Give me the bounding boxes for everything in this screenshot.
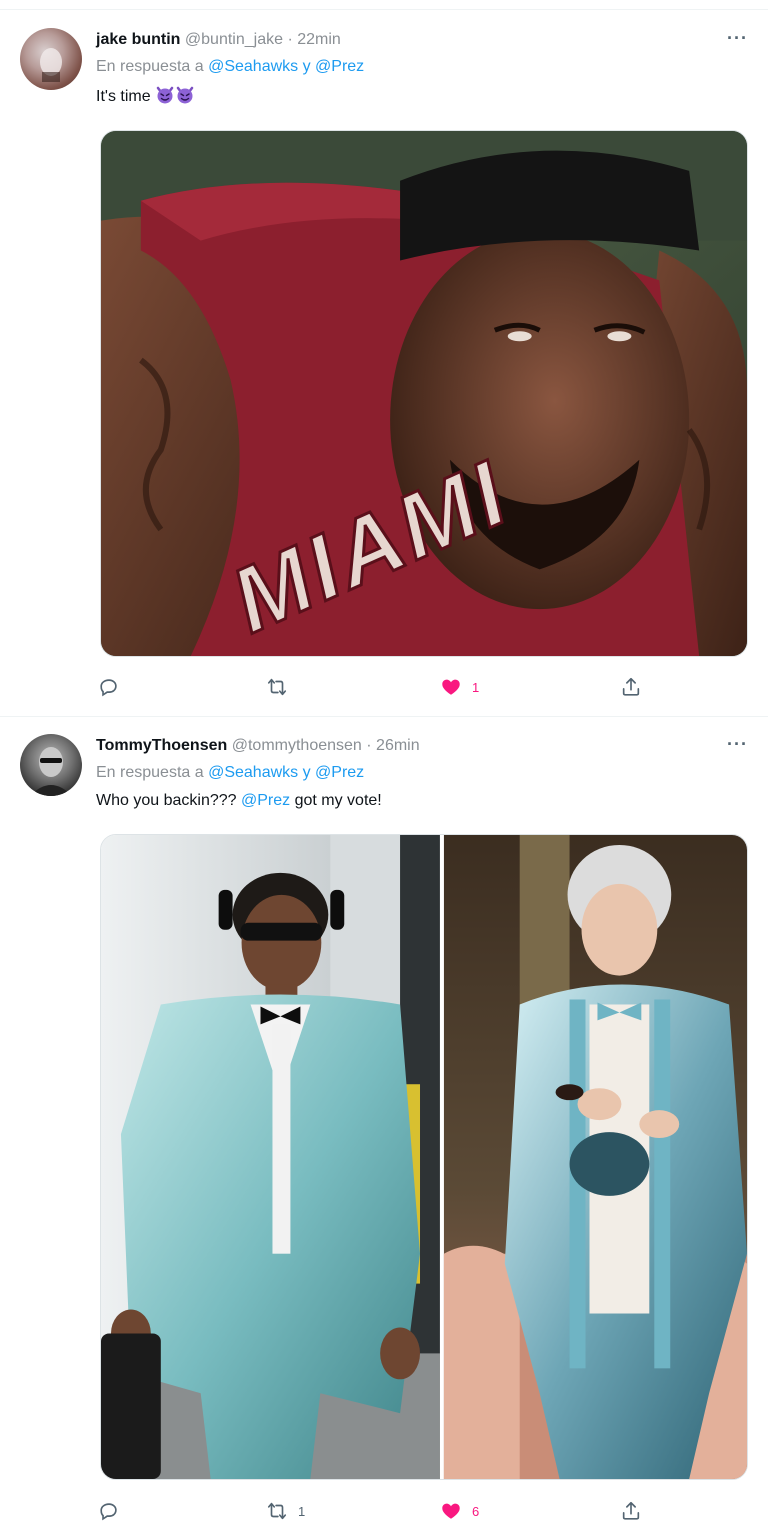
like-button[interactable]: 6	[440, 1499, 479, 1523]
tweet-actions: 1	[96, 675, 656, 699]
smiling-imp-emoji-icon	[176, 86, 194, 104]
reply-prefix: En respuesta a	[96, 58, 204, 75]
tweet-text: It's time	[96, 86, 195, 106]
handle[interactable]: @tommythoensen	[232, 737, 362, 754]
separator: ·	[366, 737, 372, 754]
heart-icon	[442, 1503, 460, 1519]
share-icon	[622, 1501, 640, 1520]
heart-icon	[442, 679, 460, 695]
reply-prefix: En respuesta a	[96, 764, 204, 781]
tweet-text-tail: got my vote!	[294, 792, 382, 809]
tweet-text: Who you backin??? @Prez got my vote!	[96, 792, 382, 810]
share-button[interactable]	[620, 1499, 642, 1523]
avatar-image	[40, 48, 62, 82]
reply-button[interactable]	[98, 675, 130, 699]
like-button[interactable]: 1	[440, 675, 479, 699]
tweet[interactable]: jake buntin @buntin_jake · 22min ··· En …	[0, 10, 768, 717]
retweet-button[interactable]	[266, 675, 298, 699]
reply-icon	[100, 679, 117, 697]
reply-mentions-link[interactable]: @Seahawks y @Prez	[208, 764, 364, 781]
top-divider	[0, 0, 768, 10]
display-name[interactable]: TommyThoensen	[96, 737, 227, 754]
separator: ·	[287, 31, 293, 48]
side-by-side-photo	[101, 835, 747, 1479]
more-options-icon[interactable]: ···	[727, 28, 748, 49]
handle[interactable]: @buntin_jake	[185, 31, 283, 48]
avatar[interactable]	[20, 28, 82, 90]
reply-icon	[100, 1503, 117, 1521]
reply-button[interactable]	[98, 1499, 130, 1523]
timestamp[interactable]: 26min	[376, 737, 420, 754]
tweet-header: jake buntin @buntin_jake · 22min	[96, 30, 708, 50]
mention-link[interactable]: @Prez	[241, 792, 290, 809]
like-count: 6	[472, 1503, 480, 1519]
tweet-photo[interactable]: MIAMI	[100, 130, 748, 657]
tweet-photo[interactable]	[100, 834, 748, 1480]
retweet-icon	[267, 678, 287, 696]
more-options-icon[interactable]: ···	[727, 734, 748, 755]
timeline: jake buntin @buntin_jake · 22min ··· En …	[0, 0, 768, 1538]
tweet-header: TommyThoensen @tommythoensen · 26min	[96, 736, 708, 756]
avatar[interactable]	[20, 734, 82, 796]
tweet[interactable]: TommyThoensen @tommythoensen · 26min ···…	[0, 718, 768, 1538]
retweet-icon	[267, 1502, 287, 1520]
tweet-text-body: Who you backin???	[96, 792, 237, 809]
reply-context: En respuesta a @Seahawks y @Prez	[96, 764, 364, 782]
tweet-actions: 1 6	[96, 1499, 656, 1523]
like-count: 1	[472, 679, 480, 695]
display-name[interactable]: jake buntin	[96, 31, 180, 48]
share-icon	[622, 677, 640, 696]
tweet-text-body: It's time	[96, 88, 151, 105]
timestamp[interactable]: 22min	[297, 31, 341, 48]
retweet-count: 1	[298, 1503, 306, 1519]
smiling-imp-emoji-icon	[156, 86, 174, 104]
reply-mentions-link[interactable]: @Seahawks y @Prez	[208, 58, 364, 75]
retweet-button[interactable]: 1	[266, 1499, 305, 1523]
basketball-player-photo: MIAMI	[101, 131, 747, 656]
avatar-image	[30, 747, 72, 796]
share-button[interactable]	[620, 675, 642, 699]
reply-context: En respuesta a @Seahawks y @Prez	[96, 58, 364, 76]
